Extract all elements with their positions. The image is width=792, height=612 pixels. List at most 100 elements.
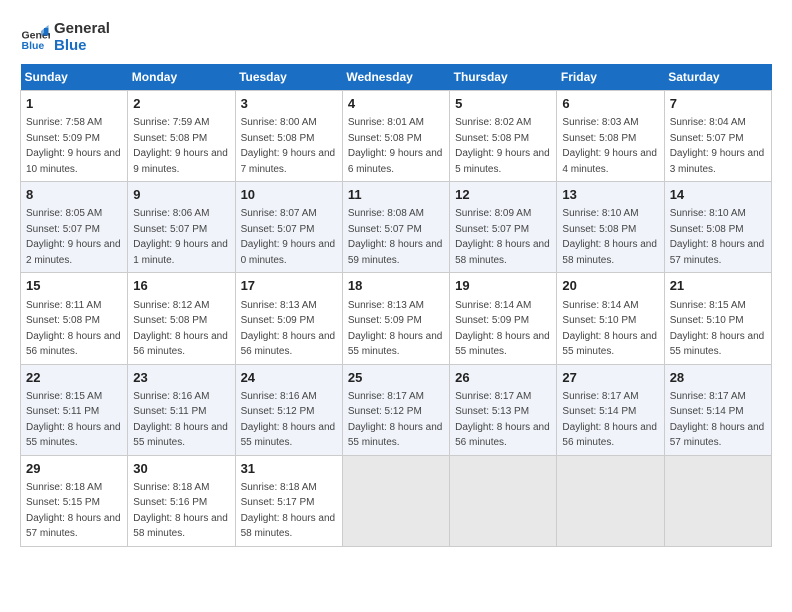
calendar-table: Sunday Monday Tuesday Wednesday Thursday… <box>20 64 772 547</box>
calendar-cell: 8Sunrise: 8:05 AMSunset: 5:07 PMDaylight… <box>21 182 128 273</box>
day-number: 24 <box>241 369 337 387</box>
calendar-cell <box>342 455 449 546</box>
calendar-cell: 20 Sunrise: 8:14 AMSunset: 5:10 PMDayligh… <box>557 273 664 364</box>
calendar-cell: 24 Sunrise: 8:16 AMSunset: 5:12 PMDayligh… <box>235 364 342 455</box>
day-number: 23 <box>133 369 229 387</box>
col-friday: Friday <box>557 64 664 91</box>
day-number: 27 <box>562 369 658 387</box>
calendar-row: 22Sunrise: 8:15 AMSunset: 5:11 PMDayligh… <box>21 364 772 455</box>
day-number: 31 <box>241 460 337 478</box>
calendar-cell: 25 Sunrise: 8:17 AMSunset: 5:12 PMDayligh… <box>342 364 449 455</box>
day-info: Sunrise: 8:17 AMSunset: 5:14 PMDaylight:… <box>562 391 657 449</box>
col-wednesday: Wednesday <box>342 64 449 91</box>
day-number: 12 <box>455 186 551 204</box>
calendar-cell: 16 Sunrise: 8:12 AMSunset: 5:08 PMDayligh… <box>128 273 235 364</box>
day-info: Sunrise: 7:58 AMSunset: 5:09 PMDaylight:… <box>26 117 121 175</box>
day-number: 20 <box>562 277 658 295</box>
day-number: 21 <box>670 277 766 295</box>
day-number: 7 <box>670 95 766 113</box>
day-info: Sunrise: 8:14 AMSunset: 5:09 PMDaylight:… <box>455 300 550 358</box>
day-info: Sunrise: 8:00 AMSunset: 5:08 PMDaylight:… <box>241 117 336 175</box>
calendar-row: 1 Sunrise: 7:58 AMSunset: 5:09 PMDaylight… <box>21 91 772 182</box>
calendar-cell: 12 Sunrise: 8:09 AMSunset: 5:07 PMDayligh… <box>450 182 557 273</box>
day-info: Sunrise: 8:14 AMSunset: 5:10 PMDaylight:… <box>562 300 657 358</box>
calendar-cell: 1 Sunrise: 7:58 AMSunset: 5:09 PMDaylight… <box>21 91 128 182</box>
day-info: Sunrise: 8:12 AMSunset: 5:08 PMDaylight:… <box>133 300 228 358</box>
day-number: 17 <box>241 277 337 295</box>
day-info: Sunrise: 8:10 AMSunset: 5:08 PMDaylight:… <box>562 208 657 266</box>
calendar-cell: 2 Sunrise: 7:59 AMSunset: 5:08 PMDaylight… <box>128 91 235 182</box>
day-number: 2 <box>133 95 229 113</box>
calendar-cell <box>557 455 664 546</box>
day-number: 22 <box>26 369 122 387</box>
day-info: Sunrise: 8:04 AMSunset: 5:07 PMDaylight:… <box>670 117 765 175</box>
calendar-cell: 19 Sunrise: 8:14 AMSunset: 5:09 PMDayligh… <box>450 273 557 364</box>
calendar-cell: 13 Sunrise: 8:10 AMSunset: 5:08 PMDayligh… <box>557 182 664 273</box>
calendar-cell: 15 Sunrise: 8:11 AMSunset: 5:08 PMDayligh… <box>21 273 128 364</box>
day-info: Sunrise: 8:18 AMSunset: 5:15 PMDaylight:… <box>26 482 121 540</box>
day-info: Sunrise: 8:18 AMSunset: 5:16 PMDaylight:… <box>133 482 228 540</box>
col-tuesday: Tuesday <box>235 64 342 91</box>
day-info: Sunrise: 8:03 AMSunset: 5:08 PMDaylight:… <box>562 117 657 175</box>
calendar-cell: 30 Sunrise: 8:18 AMSunset: 5:16 PMDayligh… <box>128 455 235 546</box>
day-info: Sunrise: 7:59 AMSunset: 5:08 PMDaylight:… <box>133 117 228 175</box>
logo: General Blue General Blue <box>20 20 110 54</box>
day-info: Sunrise: 8:09 AMSunset: 5:07 PMDaylight:… <box>455 208 550 266</box>
day-info: Sunrise: 8:13 AMSunset: 5:09 PMDaylight:… <box>348 300 443 358</box>
logo-general: General <box>54 20 110 37</box>
header-row: Sunday Monday Tuesday Wednesday Thursday… <box>21 64 772 91</box>
day-number: 30 <box>133 460 229 478</box>
day-number: 5 <box>455 95 551 113</box>
day-number: 13 <box>562 186 658 204</box>
day-info: Sunrise: 8:02 AMSunset: 5:08 PMDaylight:… <box>455 117 550 175</box>
day-number: 19 <box>455 277 551 295</box>
calendar-cell <box>450 455 557 546</box>
day-number: 8 <box>26 186 122 204</box>
day-number: 18 <box>348 277 444 295</box>
day-info: Sunrise: 8:01 AMSunset: 5:08 PMDaylight:… <box>348 117 443 175</box>
col-thursday: Thursday <box>450 64 557 91</box>
day-number: 16 <box>133 277 229 295</box>
day-number: 28 <box>670 369 766 387</box>
day-info: Sunrise: 8:16 AMSunset: 5:11 PMDaylight:… <box>133 391 228 449</box>
calendar-row: 29Sunrise: 8:18 AMSunset: 5:15 PMDayligh… <box>21 455 772 546</box>
day-number: 9 <box>133 186 229 204</box>
logo-icon: General Blue <box>20 22 50 52</box>
day-number: 25 <box>348 369 444 387</box>
calendar-cell: 18 Sunrise: 8:13 AMSunset: 5:09 PMDayligh… <box>342 273 449 364</box>
calendar-cell: 14 Sunrise: 8:10 AMSunset: 5:08 PMDayligh… <box>664 182 771 273</box>
calendar-cell: 23 Sunrise: 8:16 AMSunset: 5:11 PMDayligh… <box>128 364 235 455</box>
calendar-cell: 31 Sunrise: 8:18 AMSunset: 5:17 PMDayligh… <box>235 455 342 546</box>
day-number: 6 <box>562 95 658 113</box>
calendar-cell: 6 Sunrise: 8:03 AMSunset: 5:08 PMDaylight… <box>557 91 664 182</box>
logo-blue: Blue <box>54 37 110 54</box>
day-number: 4 <box>348 95 444 113</box>
col-saturday: Saturday <box>664 64 771 91</box>
calendar-cell: 17Sunrise: 8:13 AMSunset: 5:09 PMDayligh… <box>235 273 342 364</box>
day-info: Sunrise: 8:18 AMSunset: 5:17 PMDaylight:… <box>241 482 336 540</box>
calendar-cell: 3 Sunrise: 8:00 AMSunset: 5:08 PMDaylight… <box>235 91 342 182</box>
day-info: Sunrise: 8:10 AMSunset: 5:08 PMDaylight:… <box>670 208 765 266</box>
day-info: Sunrise: 8:07 AMSunset: 5:07 PMDaylight:… <box>241 208 336 266</box>
day-number: 10 <box>241 186 337 204</box>
day-info: Sunrise: 8:15 AMSunset: 5:10 PMDaylight:… <box>670 300 765 358</box>
page-header: General Blue General Blue <box>20 20 772 54</box>
day-number: 1 <box>26 95 122 113</box>
day-info: Sunrise: 8:08 AMSunset: 5:07 PMDaylight:… <box>348 208 443 266</box>
day-info: Sunrise: 8:11 AMSunset: 5:08 PMDaylight:… <box>26 300 121 358</box>
day-info: Sunrise: 8:17 AMSunset: 5:12 PMDaylight:… <box>348 391 443 449</box>
col-monday: Monday <box>128 64 235 91</box>
day-info: Sunrise: 8:16 AMSunset: 5:12 PMDaylight:… <box>241 391 336 449</box>
calendar-cell: 9Sunrise: 8:06 AMSunset: 5:07 PMDaylight… <box>128 182 235 273</box>
calendar-cell: 21 Sunrise: 8:15 AMSunset: 5:10 PMDayligh… <box>664 273 771 364</box>
day-number: 14 <box>670 186 766 204</box>
day-info: Sunrise: 8:17 AMSunset: 5:14 PMDaylight:… <box>670 391 765 449</box>
calendar-cell: 4 Sunrise: 8:01 AMSunset: 5:08 PMDaylight… <box>342 91 449 182</box>
calendar-cell: 10 Sunrise: 8:07 AMSunset: 5:07 PMDayligh… <box>235 182 342 273</box>
day-number: 11 <box>348 186 444 204</box>
day-number: 26 <box>455 369 551 387</box>
calendar-row: 8Sunrise: 8:05 AMSunset: 5:07 PMDaylight… <box>21 182 772 273</box>
day-number: 3 <box>241 95 337 113</box>
day-number: 15 <box>26 277 122 295</box>
calendar-cell: 27 Sunrise: 8:17 AMSunset: 5:14 PMDayligh… <box>557 364 664 455</box>
